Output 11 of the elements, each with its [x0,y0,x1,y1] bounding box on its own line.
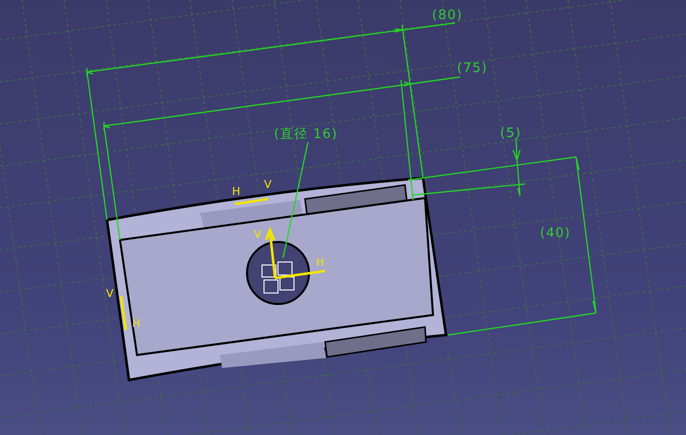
axis-label: V [254,229,262,240]
axis-label: H [132,318,140,329]
dimension-label: (40) [540,227,571,240]
axis-label: H [316,257,324,268]
axis-label: V [264,179,272,190]
axis-label: H [232,186,240,197]
dimension-label: (80) [432,9,463,22]
dimension-label: (5) [500,127,522,140]
axis-label: V [106,288,114,299]
dimension-label: (直径 16) [274,128,338,141]
dimension-label: (75) [457,62,488,75]
